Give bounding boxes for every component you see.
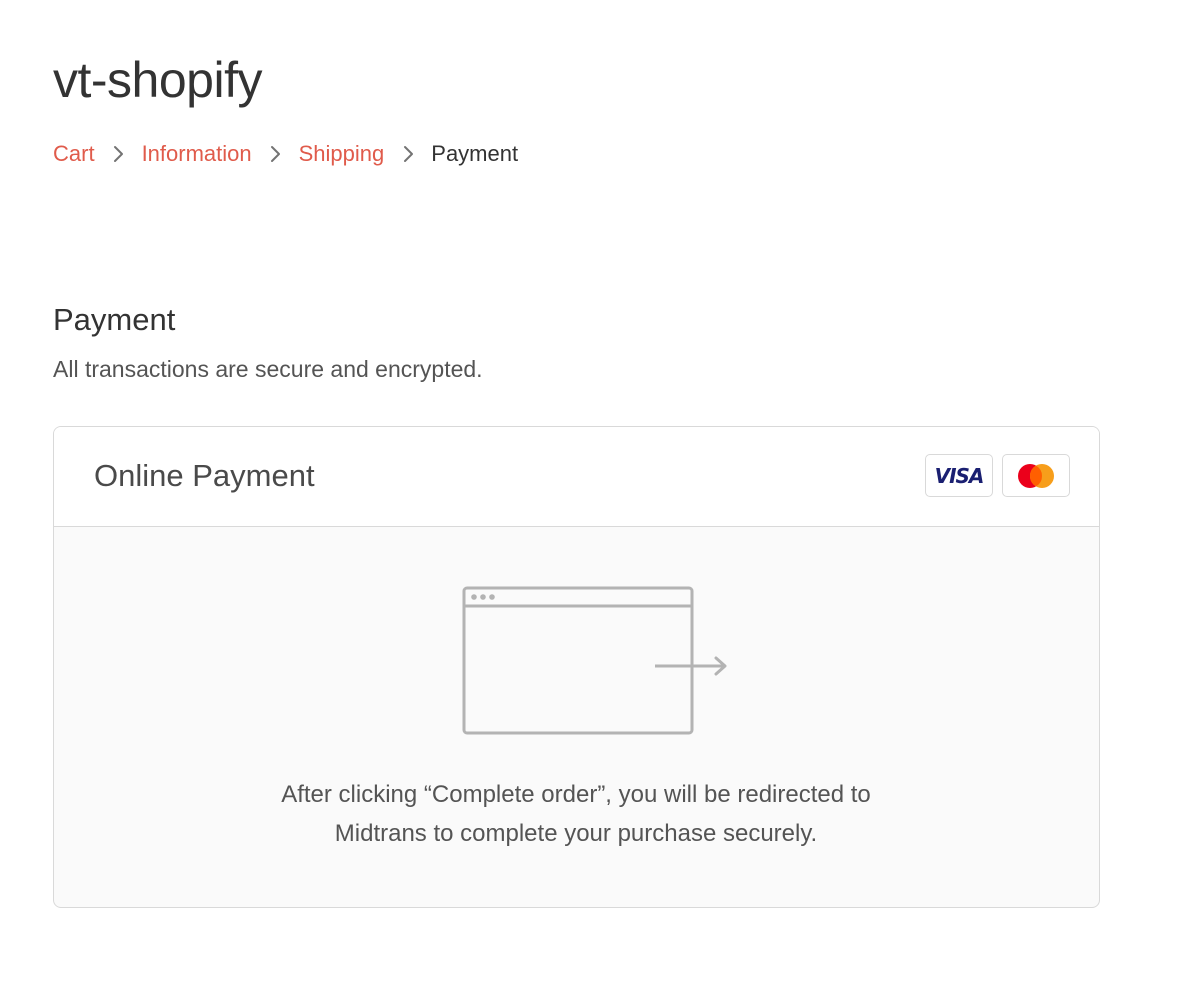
payment-redirect-panel: After clicking “Complete order”, you wil…	[54, 527, 1099, 907]
payment-method-label: Online Payment	[94, 458, 315, 493]
breadcrumb-shipping-link[interactable]: Shipping	[299, 141, 385, 167]
store-title: vt-shopify	[53, 52, 262, 108]
redirect-message-line-1: After clicking “Complete order”, you wil…	[281, 781, 871, 808]
visa-logo-icon: VISA	[925, 454, 993, 497]
chevron-right-icon	[384, 139, 431, 169]
mastercard-logo-icon	[1002, 454, 1070, 497]
visa-logo-text: VISA	[934, 463, 985, 488]
redirect-message: After clicking “Complete order”, you wil…	[54, 775, 1098, 853]
breadcrumb: Cart Information Shipping Payment	[53, 139, 518, 169]
breadcrumb-information-link[interactable]: Information	[142, 141, 252, 167]
breadcrumb-cart-link[interactable]: Cart	[53, 141, 95, 167]
payment-section-title: Payment	[53, 302, 176, 337]
payment-method-box: Online Payment VISA After clicking “Comp…	[53, 426, 1100, 908]
redirect-message-line-2: Midtrans to complete your purchase secur…	[334, 820, 818, 847]
breadcrumb-payment-current: Payment	[431, 141, 519, 166]
browser-redirect-icon	[462, 586, 732, 743]
payment-security-note: All transactions are secure and encrypte…	[53, 356, 483, 382]
chevron-right-icon	[95, 139, 142, 169]
chevron-right-icon	[252, 139, 299, 169]
payment-method-header[interactable]: Online Payment VISA	[54, 427, 1099, 527]
